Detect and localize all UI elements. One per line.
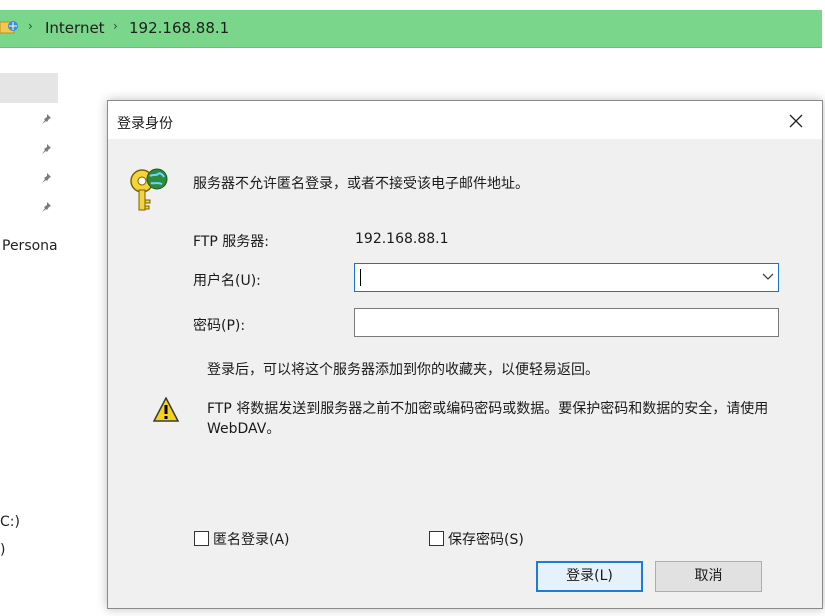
- username-combobox[interactable]: [354, 263, 779, 292]
- nav-item-partial[interactable]: ): [0, 542, 5, 558]
- text-caret: [360, 269, 361, 286]
- pin-icon[interactable]: [40, 113, 52, 125]
- pin-icon[interactable]: [40, 143, 52, 155]
- cancel-button[interactable]: 取消: [655, 561, 762, 592]
- dialog-title: 登录身份: [117, 116, 173, 132]
- address-bar[interactable]: › Internet › 192.168.88.1: [0, 10, 822, 48]
- breadcrumb-separator-icon: ›: [28, 19, 33, 33]
- close-icon[interactable]: [784, 109, 808, 133]
- server-label: FTP 服务器:: [193, 234, 269, 250]
- pin-icon[interactable]: [40, 201, 52, 213]
- breadcrumb-internet[interactable]: Internet: [45, 19, 105, 37]
- nav-item-personal[interactable]: Persona: [2, 238, 58, 254]
- breadcrumb-host[interactable]: 192.168.88.1: [129, 19, 229, 37]
- network-folder-icon: [0, 21, 18, 34]
- server-value: 192.168.88.1: [355, 231, 449, 247]
- chevron-down-icon[interactable]: [762, 273, 774, 281]
- message-text: 服务器不允许匿名登录，或者不接受该电子邮件地址。: [193, 176, 529, 192]
- nav-item-drive-c[interactable]: C:): [0, 514, 20, 530]
- warning-icon: [153, 397, 179, 422]
- anonymous-checkbox[interactable]: [194, 531, 209, 546]
- warning-text-line1: FTP 将数据发送到服务器之前不加密或编码密码或数据。要保护密码和数据的安全，请…: [207, 401, 769, 417]
- pin-icon[interactable]: [40, 172, 52, 184]
- username-label: 用户名(U):: [193, 273, 261, 289]
- dialog-body: 服务器不允许匿名登录，或者不接受该电子邮件地址。 FTP 服务器: 192.16…: [108, 139, 822, 608]
- login-dialog: 登录身份 服务器不允许匿名登录，或者不接受该电子邮件地址。 FTP 服务器: 1…: [107, 100, 823, 609]
- key-globe-icon: [130, 168, 168, 211]
- password-field[interactable]: [354, 308, 779, 337]
- nav-pane-selected-item[interactable]: [0, 73, 58, 103]
- anonymous-label[interactable]: 匿名登录(A): [213, 529, 290, 549]
- login-button[interactable]: 登录(L): [536, 561, 643, 592]
- save-password-checkbox[interactable]: [429, 531, 444, 546]
- save-password-label[interactable]: 保存密码(S): [448, 529, 524, 549]
- warning-text-line2: WebDAV。: [207, 421, 281, 437]
- favorites-note: 登录后，可以将这个服务器添加到你的收藏夹，以便轻易返回。: [207, 362, 599, 378]
- password-label: 密码(P):: [193, 318, 246, 334]
- breadcrumb-separator-icon: ›: [113, 19, 118, 33]
